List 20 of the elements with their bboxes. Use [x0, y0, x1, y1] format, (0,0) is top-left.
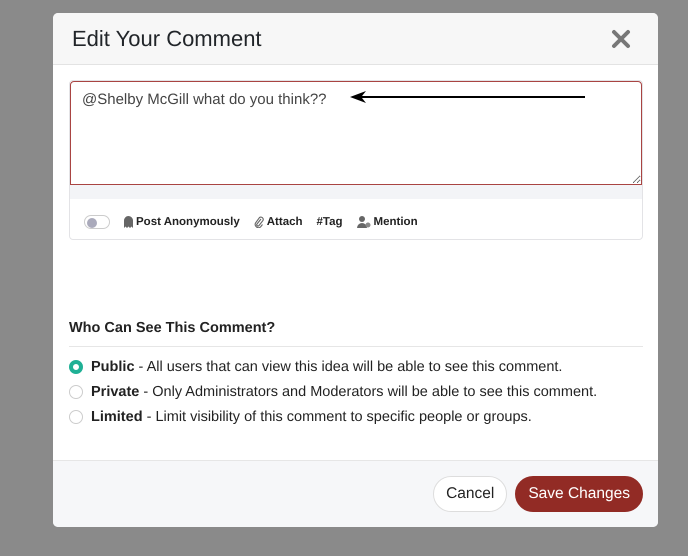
radio-button[interactable] [69, 385, 83, 399]
paperclip-icon [254, 216, 264, 228]
dialog-title: Edit Your Comment [72, 26, 262, 52]
attach-button[interactable]: Attach [254, 216, 303, 228]
close-icon[interactable] [610, 28, 632, 50]
option-label: Public - All users that can view this idea will be able to see this comment. [91, 359, 562, 375]
user-icon [356, 216, 371, 228]
anonymous-button[interactable]: Post Anonymously [124, 216, 240, 228]
cancel-button[interactable]: Cancel [433, 476, 508, 512]
option-label: Limited - Limit visibility of this comment to specific people or groups. [91, 409, 532, 425]
section-title: Who Can See This Comment? [69, 320, 643, 347]
mention-button[interactable]: Mention [356, 216, 418, 228]
radio-button[interactable] [69, 360, 83, 374]
radio-button[interactable] [69, 410, 83, 424]
anonymous-toggle[interactable] [84, 215, 110, 229]
ghost-icon [124, 216, 133, 228]
save-button[interactable]: Save Changes [515, 476, 643, 512]
comment-field[interactable]: @Shelby McGill what do you think?? [70, 81, 642, 185]
tag-button[interactable]: #Tag [316, 216, 343, 228]
option-label: Private - Only Administrators and Moderators will be able to see this comment. [91, 384, 598, 400]
